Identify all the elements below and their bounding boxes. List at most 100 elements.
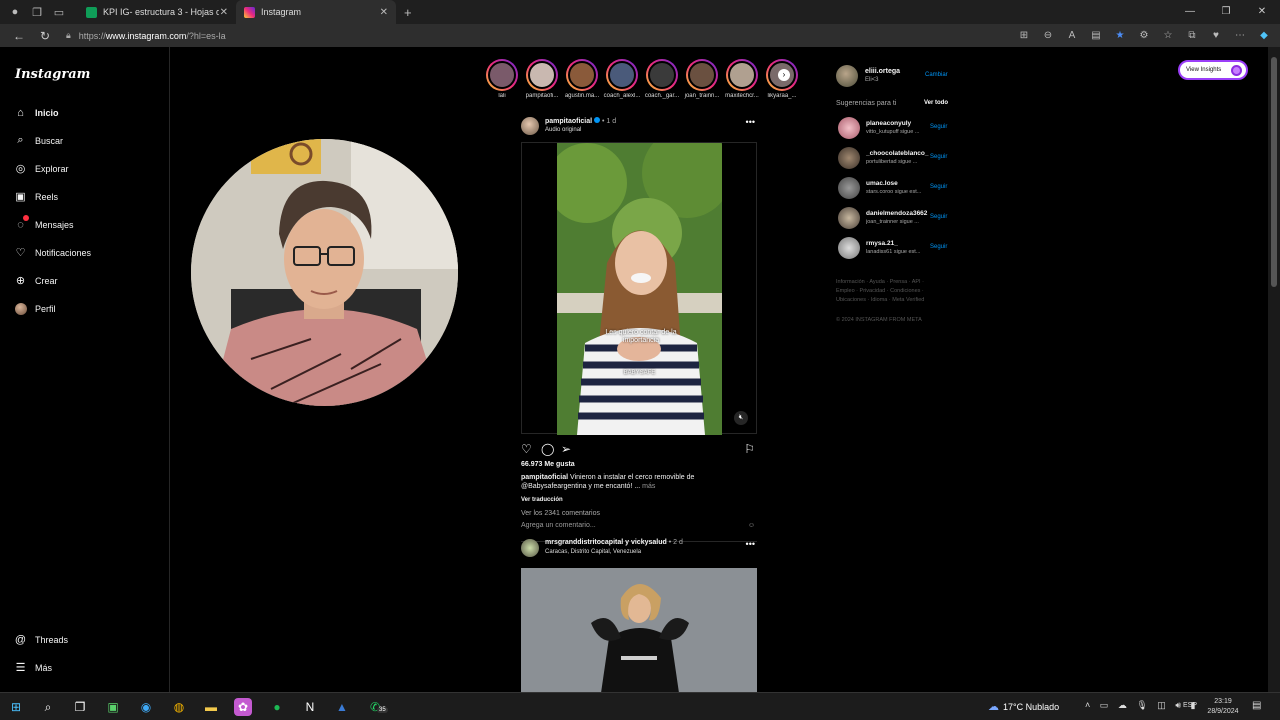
maximize-icon[interactable]: ❐: [1208, 0, 1244, 24]
stories-next-icon[interactable]: ›: [778, 69, 790, 81]
new-tab-icon[interactable]: +: [404, 5, 412, 20]
immersive-reader-icon[interactable]: ▤: [1084, 30, 1108, 41]
close-icon[interactable]: ✕: [220, 7, 228, 18]
post-username[interactable]: pampitaoficial • 1 d: [545, 117, 616, 125]
search-icon[interactable]: ⌕: [39, 698, 57, 716]
caption-more-link[interactable]: más: [642, 483, 655, 490]
apps-icon[interactable]: ⊞: [1012, 30, 1036, 41]
story-item[interactable]: pampitaofi...: [524, 59, 560, 99]
network-icon[interactable]: ◫: [1157, 700, 1166, 710]
language-indicator[interactable]: ESP: [1183, 702, 1197, 709]
battery-saver-icon[interactable]: ▭: [1100, 700, 1109, 710]
post-media[interactable]: [521, 568, 757, 693]
more-options-icon[interactable]: •••: [746, 539, 755, 549]
task-view-icon[interactable]: ❐: [71, 698, 89, 716]
back-icon[interactable]: ←: [12, 29, 26, 43]
likes-count[interactable]: 66.973 Me gusta: [521, 461, 575, 468]
favorite-star-icon[interactable]: ★: [1108, 30, 1132, 41]
cloud-sync-icon[interactable]: ☁: [1118, 700, 1127, 710]
suggestion-username[interactable]: rmysa.21_: [866, 240, 930, 247]
suggestion-username[interactable]: planeaconyuly: [866, 120, 930, 127]
suggestion-username[interactable]: _choocolateblanco_: [866, 150, 930, 157]
sidebar-item-crear[interactable]: ⊕ Crear: [14, 274, 58, 287]
my-username[interactable]: eliii.ortega: [865, 68, 900, 75]
suggestion-username[interactable]: danielmendoza3662: [866, 210, 930, 217]
save-bookmark-icon[interactable]: ⚐: [744, 442, 755, 456]
more-options-icon[interactable]: •••: [746, 117, 755, 127]
suggestion-avatar[interactable]: [838, 177, 860, 199]
like-heart-icon[interactable]: ♡: [521, 442, 532, 456]
lock-icon[interactable]: 🔒︎: [66, 30, 71, 41]
suggestion-avatar[interactable]: [838, 207, 860, 229]
follow-button[interactable]: Seguir: [930, 214, 947, 220]
notion-icon[interactable]: N: [301, 698, 319, 716]
translate-link[interactable]: Ver traducción: [521, 497, 563, 503]
tab-sheets[interactable]: KPI IG- estructura 3 - Hojas de cá ✕: [78, 0, 236, 24]
chevron-up-icon[interactable]: ˄: [1085, 700, 1090, 710]
sidebar-item-notificaciones[interactable]: ♡ Notificaciones: [14, 246, 91, 259]
scrollbar-thumb[interactable]: [1271, 57, 1277, 287]
edge-icon[interactable]: ◉: [137, 698, 155, 716]
photos-icon[interactable]: ▲: [333, 698, 351, 716]
favorites-icon[interactable]: ☆: [1156, 30, 1180, 41]
sidebar-item-inicio[interactable]: ⌂ Inicio: [14, 106, 58, 119]
zoom-icon[interactable]: ⊖: [1036, 30, 1060, 41]
instagram-logo[interactable]: Instagram: [15, 67, 90, 82]
weather-widget[interactable]: ☁ 17°C Nublado: [988, 700, 1059, 713]
file-explorer-icon[interactable]: ▬: [202, 698, 220, 716]
sidebar-item-explorar[interactable]: ◎ Explorar: [14, 162, 69, 175]
emoji-icon[interactable]: ☺: [748, 522, 755, 529]
whatsapp-icon[interactable]: ✆ 35: [366, 698, 388, 716]
comment-icon[interactable]: ◯: [541, 442, 554, 456]
post-location[interactable]: Caracas, Distrito Capital, Venezuela: [545, 549, 641, 555]
notifications-icon[interactable]: ▤: [1252, 700, 1261, 711]
minimize-icon[interactable]: —: [1172, 0, 1208, 24]
microphone-icon[interactable]: 🎙︎: [1136, 700, 1147, 710]
mute-icon[interactable]: 🔇︎: [734, 411, 748, 425]
sidebar-item-buscar[interactable]: ⌕ Buscar: [14, 134, 63, 147]
collections-icon[interactable]: ⧉: [1180, 30, 1204, 41]
story-item[interactable]: agustin.ma...: [564, 59, 600, 99]
sidebar-item-mensajes[interactable]: ◌ Mensajes: [14, 215, 74, 231]
store-icon[interactable]: ▣: [104, 698, 122, 716]
post-avatar[interactable]: [521, 117, 539, 135]
volume-icon[interactable]: 🔊︎: [1175, 700, 1181, 710]
chrome-icon[interactable]: ◍: [170, 698, 188, 716]
sidebar-item-reels[interactable]: ▣ Reels: [14, 190, 58, 203]
workspaces-icon[interactable]: ❐: [30, 5, 44, 19]
close-window-icon[interactable]: ✕: [1244, 0, 1280, 24]
view-comments-link[interactable]: Ver los 2341 comentarios: [521, 510, 600, 517]
tab-actions-icon[interactable]: ▭: [52, 5, 66, 19]
tab-instagram[interactable]: Instagram ✕: [236, 0, 396, 24]
url-field[interactable]: 🔒︎ https://www.instagram.com/?hl=es-la: [66, 26, 1066, 46]
profile-icon[interactable]: ●: [8, 5, 22, 19]
spotify-icon[interactable]: ●: [268, 698, 286, 716]
story-item[interactable]: maxitechcr...: [724, 59, 760, 99]
story-item[interactable]: joan_trainn...: [684, 59, 720, 99]
windows-start-icon[interactable]: ⊞: [7, 698, 25, 716]
suggestion-avatar[interactable]: [838, 237, 860, 259]
sidebar-item-threads[interactable]: @ Threads: [14, 633, 68, 646]
share-icon[interactable]: ➢: [561, 442, 571, 456]
clock[interactable]: 23:19 28/9/2024: [1204, 697, 1242, 717]
follow-button[interactable]: Seguir: [930, 154, 947, 160]
sidebar-item-mas[interactable]: ☰ Más: [14, 661, 52, 674]
follow-button[interactable]: Seguir: [930, 244, 947, 250]
post-video[interactable]: [557, 143, 722, 435]
sidebar-item-perfil[interactable]: Perfil: [14, 302, 56, 315]
extensions-icon[interactable]: ⚙: [1132, 30, 1156, 41]
post-media[interactable]: 🔇︎ Les quiero contar de la importancia B…: [521, 142, 757, 435]
suggestion-username[interactable]: umac.lose: [866, 180, 930, 187]
follow-button[interactable]: Seguir: [930, 124, 947, 130]
post-username[interactable]: mrsgranddistritocapital y vickysalud • 2…: [545, 539, 683, 546]
view-insights-button[interactable]: View Insights: [1178, 60, 1248, 80]
story-item[interactable]: lali: [484, 59, 520, 99]
refresh-icon[interactable]: ↻: [38, 29, 52, 43]
post-audio[interactable]: Audio original: [545, 127, 581, 133]
story-item[interactable]: coach_alexl...: [604, 59, 640, 99]
post-avatar[interactable]: [521, 539, 539, 557]
caption-username[interactable]: pampitaoficial: [521, 474, 568, 481]
my-avatar[interactable]: [836, 65, 858, 87]
see-all-link[interactable]: Ver todo: [924, 100, 948, 106]
suggestion-avatar[interactable]: [838, 117, 860, 139]
